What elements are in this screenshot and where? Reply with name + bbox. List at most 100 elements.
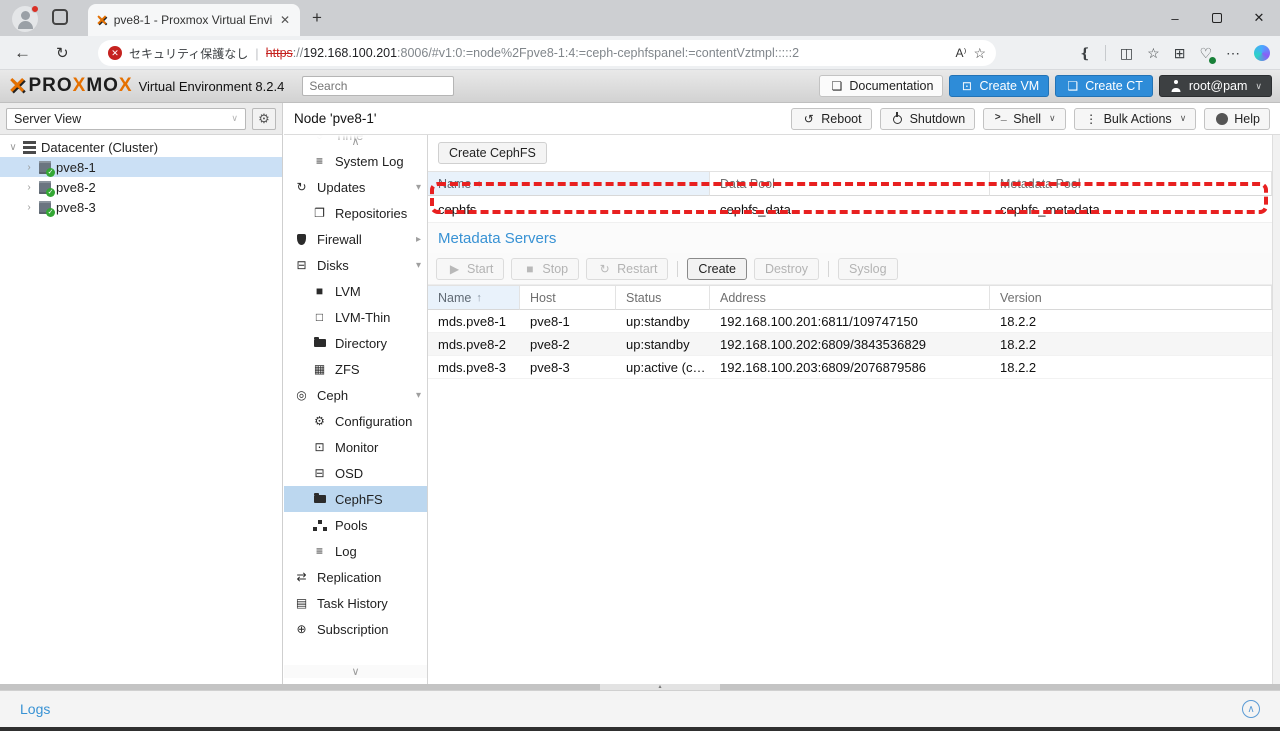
restart-button[interactable]: ↻ Restart bbox=[586, 257, 669, 280]
view-selector[interactable]: Server View ∨ bbox=[6, 107, 246, 130]
stop-button[interactable]: ■ Stop bbox=[511, 257, 580, 280]
window-minimize-button[interactable]: – bbox=[1154, 0, 1196, 36]
table-cell[interactable]: up:standby bbox=[616, 310, 710, 333]
nav-item-replication[interactable]: ⇄ Replication bbox=[284, 564, 427, 590]
nav-item-updates[interactable]: ↻ Updates ▾ bbox=[284, 174, 427, 200]
help-button[interactable]: Help bbox=[1204, 107, 1270, 130]
table-cell[interactable]: 18.2.2 bbox=[990, 333, 1272, 356]
back-icon[interactable]: ← bbox=[14, 43, 31, 63]
nav-item-monitor[interactable]: ⊡ Monitor bbox=[284, 434, 427, 460]
browser-essentials-icon[interactable]: ♡ bbox=[1199, 45, 1216, 64]
create-cephfs-button[interactable]: Create CephFS bbox=[438, 142, 547, 164]
new-tab-button[interactable]: + bbox=[312, 8, 322, 28]
start-button[interactable]: ▶ Start bbox=[436, 257, 505, 280]
browser-profile-button[interactable] bbox=[12, 5, 39, 32]
section-collapse-icon[interactable]: ▾ bbox=[416, 260, 421, 271]
column-header-data-pool[interactable]: Data Pool bbox=[710, 172, 990, 196]
nav-item-cephfs[interactable]: CephFS bbox=[284, 486, 427, 512]
bulk-actions-button[interactable]: ⋮ Bulk Actions ∨ bbox=[1073, 107, 1197, 130]
tree-settings-button[interactable]: ⚙ bbox=[252, 107, 276, 130]
nav-item-log[interactable]: ≡ Log bbox=[284, 538, 427, 564]
content-scrollbar[interactable] bbox=[1272, 135, 1280, 684]
table-cell[interactable]: 192.168.100.202:6809/3843536829 bbox=[710, 333, 990, 356]
expand-icon[interactable]: › bbox=[24, 162, 34, 173]
column-header-address[interactable]: Address bbox=[710, 286, 990, 310]
window-close-button[interactable]: ✕ bbox=[1238, 0, 1280, 36]
table-cell[interactable]: mds.pve8-3 bbox=[428, 356, 520, 379]
table-cell[interactable]: pve8-1 bbox=[520, 310, 616, 333]
table-cell[interactable]: pve8-3 bbox=[520, 356, 616, 379]
tree-item-datacenter-cluster-[interactable]: ∨ Datacenter (Cluster) bbox=[0, 137, 282, 157]
bookmark-star-icon[interactable]: ☆ bbox=[973, 45, 986, 62]
nav-scroll-up-icon[interactable]: ∧ bbox=[284, 135, 427, 148]
tree-item-pve8-2[interactable]: › ✓ pve8-2 bbox=[0, 177, 282, 197]
nav-item-firewall[interactable]: Firewall ▸ bbox=[284, 226, 427, 252]
nav-item-ceph[interactable]: ◎ Ceph ▾ bbox=[284, 382, 427, 408]
insecure-site-icon[interactable]: ✕ bbox=[108, 46, 122, 60]
section-collapse-icon[interactable]: ▾ bbox=[416, 182, 421, 193]
tree-item-pve8-1[interactable]: › ✓ pve8-1 bbox=[0, 157, 282, 177]
shutdown-button[interactable]: Shutdown bbox=[879, 107, 976, 130]
split-screen-icon[interactable]: ◫ bbox=[1120, 45, 1133, 62]
nav-item-system-log[interactable]: ≡ System Log bbox=[284, 148, 427, 174]
nav-item-disks[interactable]: ⊟ Disks ▾ bbox=[284, 252, 427, 278]
create-vm-button[interactable]: ⊡ Create VM bbox=[949, 75, 1050, 97]
tab-close-icon[interactable]: ✕ bbox=[278, 13, 292, 27]
nav-scroll-down-icon[interactable]: ∨ bbox=[284, 665, 427, 678]
table-cell[interactable]: pve8-2 bbox=[520, 333, 616, 356]
table-cell[interactable]: 18.2.2 bbox=[990, 310, 1272, 333]
section-expand-icon[interactable]: ▸ bbox=[416, 234, 421, 245]
shell-button[interactable]: >_ Shell ∨ bbox=[983, 107, 1066, 130]
expand-icon[interactable]: › bbox=[24, 182, 34, 193]
column-header-name[interactable]: Name ↑ bbox=[428, 286, 520, 310]
table-cell[interactable]: cephfs bbox=[428, 196, 710, 223]
url-field[interactable]: ✕ セキュリティ保護なし | https://192.168.100.201:8… bbox=[98, 40, 996, 66]
tree-item-pve8-3[interactable]: › ✓ pve8-3 bbox=[0, 197, 282, 217]
documentation-button[interactable]: ❏ Documentation bbox=[819, 75, 944, 97]
table-cell[interactable]: 18.2.2 bbox=[990, 356, 1272, 379]
table-cell[interactable]: cephfs_metadata bbox=[990, 196, 1272, 223]
table-cell[interactable]: mds.pve8-2 bbox=[428, 333, 520, 356]
root-pam-button[interactable]: root@pam ∨ bbox=[1158, 75, 1272, 97]
column-header-metadata-pool[interactable]: Metadata Pool bbox=[990, 172, 1272, 196]
table-cell[interactable]: up:standby bbox=[616, 333, 710, 356]
create-button[interactable]: Create bbox=[687, 257, 747, 280]
read-aloud-icon[interactable]: A⁾ bbox=[955, 46, 966, 60]
table-cell[interactable]: cephfs_data bbox=[710, 196, 990, 223]
nav-item-task-history[interactable]: ▤ Task History bbox=[284, 590, 427, 616]
table-cell[interactable]: mds.pve8-1 bbox=[428, 310, 520, 333]
destroy-button[interactable]: Destroy bbox=[753, 257, 820, 280]
syslog-button[interactable]: Syslog bbox=[838, 257, 898, 280]
search-input[interactable] bbox=[302, 76, 455, 96]
nav-item-osd[interactable]: ⊟ OSD bbox=[284, 460, 427, 486]
nav-item-configuration[interactable]: ⚙ Configuration bbox=[284, 408, 427, 434]
nav-item-pools[interactable]: Pools bbox=[284, 512, 427, 538]
table-cell[interactable]: 192.168.100.201:6811/109747150 bbox=[710, 310, 990, 333]
logs-expand-button[interactable]: ∧ bbox=[1242, 700, 1260, 718]
nav-item-zfs[interactable]: ▦ ZFS bbox=[284, 356, 427, 382]
nav-item-lvm[interactable]: ■ LVM bbox=[284, 278, 427, 304]
window-maximize-button[interactable] bbox=[1196, 0, 1238, 36]
nav-item-directory[interactable]: Directory bbox=[284, 330, 427, 356]
refresh-icon[interactable]: ↻ bbox=[56, 44, 69, 62]
settings-menu-icon[interactable]: ⋯ bbox=[1226, 45, 1240, 62]
nav-item-subscription[interactable]: ⊕ Subscription bbox=[284, 616, 427, 642]
table-cell[interactable]: 192.168.100.203:6809/2076879586 bbox=[710, 356, 990, 379]
column-header-version[interactable]: Version bbox=[990, 286, 1272, 310]
favorites-icon[interactable]: ☆ bbox=[1147, 45, 1160, 62]
collections-icon[interactable]: ⊞ bbox=[1174, 45, 1186, 62]
expand-icon[interactable]: › bbox=[24, 202, 34, 213]
web-capture-icon[interactable]: ❴ bbox=[1079, 45, 1091, 62]
tab-actions-icon[interactable] bbox=[52, 9, 68, 25]
column-header-host[interactable]: Host bbox=[520, 286, 616, 310]
collapse-icon[interactable]: ∨ bbox=[8, 142, 18, 153]
column-header-name[interactable]: Name ↑ bbox=[428, 172, 710, 196]
nav-item-lvm-thin[interactable]: □ LVM-Thin bbox=[284, 304, 427, 330]
column-header-status[interactable]: Status bbox=[616, 286, 710, 310]
browser-tab[interactable]: ✕ pve8-1 - Proxmox Virtual Environ ✕ bbox=[88, 4, 300, 36]
create-ct-button[interactable]: ❑ Create CT bbox=[1055, 75, 1153, 97]
nav-item-repositories[interactable]: ❐ Repositories bbox=[284, 200, 427, 226]
reboot-button[interactable]: ↺ Reboot bbox=[791, 107, 872, 130]
section-collapse-icon[interactable]: ▾ bbox=[416, 390, 421, 401]
table-cell[interactable]: up:active (c… bbox=[616, 356, 710, 379]
